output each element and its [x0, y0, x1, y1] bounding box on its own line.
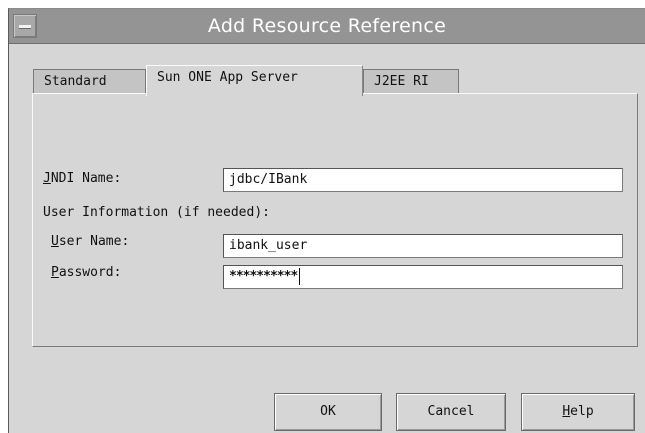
text-caret: [299, 268, 301, 285]
jndi-name-input[interactable]: jdbc/IBank: [223, 168, 623, 192]
ok-button[interactable]: OK: [274, 393, 382, 431]
user-name-input[interactable]: ibank_user: [223, 234, 623, 258]
title-bar[interactable]: Add Resource Reference: [9, 9, 645, 44]
window-title: Add Resource Reference: [207, 15, 447, 37]
password-input[interactable]: **********: [223, 265, 623, 289]
password-label: Password:: [51, 265, 122, 280]
help-button[interactable]: Help: [521, 393, 635, 431]
tab-sun-one-app-server[interactable]: Sun ONE App Server: [146, 65, 363, 96]
tab-j2ee-ri[interactable]: J2EE RI: [363, 69, 459, 95]
password-mask: **********: [229, 269, 298, 284]
user-info-label: User Information (if needed):: [43, 205, 270, 220]
dialog-window: Add Resource Reference Standard Sun ONE …: [8, 8, 645, 433]
tab-standard[interactable]: Standard: [33, 69, 146, 95]
cancel-button[interactable]: Cancel: [396, 393, 506, 431]
tab-panel: JNDI Name: jdbc/IBank User Information (…: [32, 93, 638, 347]
user-name-label: User Name:: [51, 234, 130, 249]
jndi-name-label: JNDI Name:: [43, 171, 122, 186]
